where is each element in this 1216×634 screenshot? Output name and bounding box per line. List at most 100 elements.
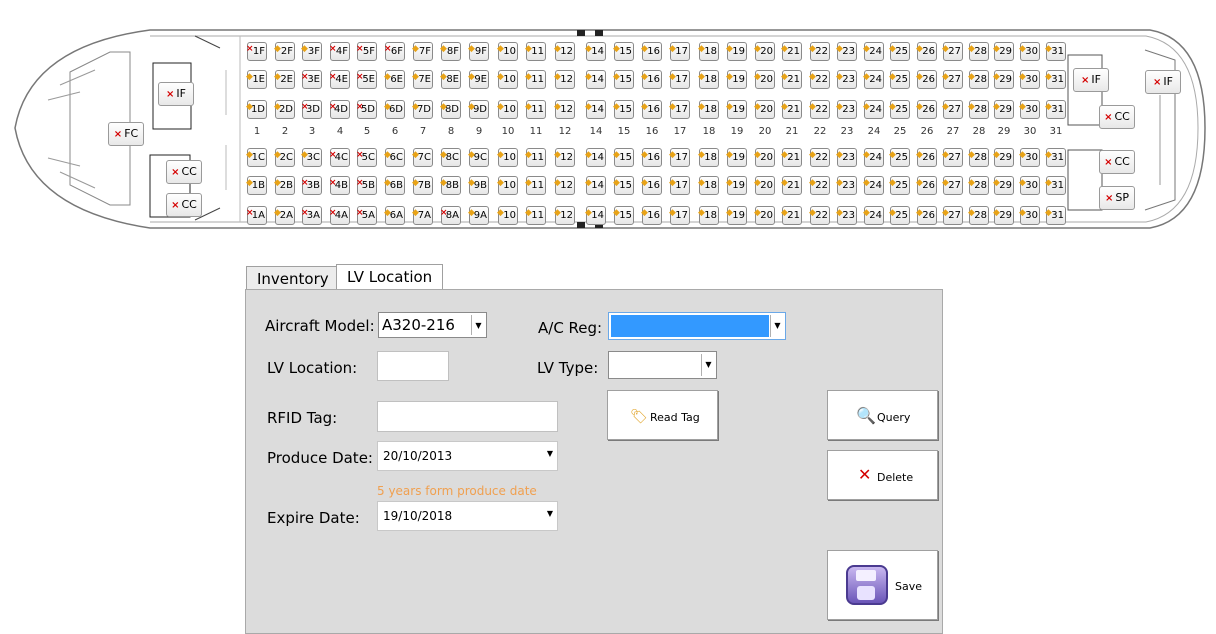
seat-9F[interactable]: ◆ 9F	[468, 42, 489, 61]
seat-31C[interactable]: ◆ 31	[1045, 148, 1066, 167]
seat-2C[interactable]: ◆ 2C	[274, 148, 295, 167]
seat-23C[interactable]: ◆ 23	[836, 148, 857, 167]
seat-16A[interactable]: ◆ 16	[641, 206, 662, 225]
seat-25D[interactable]: ◆ 25	[889, 100, 910, 119]
seat-1D[interactable]: ◆ 1D	[246, 100, 267, 119]
seat-30B[interactable]: ◆ 30	[1019, 176, 1040, 195]
seat-30E[interactable]: ◆ 30	[1019, 70, 1040, 89]
seat-14B[interactable]: ◆ 14	[585, 176, 606, 195]
seat-20A[interactable]: ◆ 20	[754, 206, 775, 225]
seat-14E[interactable]: ◆ 14	[585, 70, 606, 89]
seat-29B[interactable]: ◆ 29	[993, 176, 1014, 195]
seat-19D[interactable]: ◆ 19	[726, 100, 747, 119]
seat-22C[interactable]: ◆ 22	[809, 148, 830, 167]
seat-6E[interactable]: ◆ 6E	[384, 70, 405, 89]
seat-25C[interactable]: ◆ 25	[889, 148, 910, 167]
seat-27E[interactable]: ◆ 27	[942, 70, 963, 89]
seat-10E[interactable]: ◆ 10	[497, 70, 518, 89]
seat-11A[interactable]: ◆ 11	[525, 206, 546, 225]
query-button[interactable]: 🔍 Query	[827, 390, 938, 440]
seat-2F[interactable]: ◆ 2F	[274, 42, 295, 61]
seat-9D[interactable]: ◆ 9D	[468, 100, 489, 119]
seat-14D[interactable]: ◆ 14	[585, 100, 606, 119]
seat-28D[interactable]: ◆ 28	[968, 100, 989, 119]
seat-2E[interactable]: ◆ 2E	[274, 70, 295, 89]
seat-4C[interactable]: × 4C	[329, 148, 350, 167]
seat-7E[interactable]: ◆ 7E	[412, 70, 433, 89]
seat-12D[interactable]: ◆ 12	[554, 100, 575, 119]
seat-18D[interactable]: ◆ 18	[698, 100, 719, 119]
seat-1F[interactable]: × 1F	[246, 42, 267, 61]
seat-8C[interactable]: ◆ 8C	[440, 148, 461, 167]
seat-9A[interactable]: ◆ 9A	[468, 206, 489, 225]
seat-27F[interactable]: ◆ 27	[942, 42, 963, 61]
seat-4B[interactable]: × 4B	[329, 176, 350, 195]
seat-30D[interactable]: ◆ 30	[1019, 100, 1040, 119]
seat-31F[interactable]: ◆ 31	[1045, 42, 1066, 61]
seat-29E[interactable]: ◆ 29	[993, 70, 1014, 89]
seat-3A[interactable]: × 3A	[301, 206, 322, 225]
seat-6F[interactable]: × 6F	[384, 42, 405, 61]
expire-date-picker[interactable]: 19/10/2018 ▼	[377, 501, 558, 531]
seat-26C[interactable]: ◆ 26	[916, 148, 937, 167]
seat-11B[interactable]: ◆ 11	[525, 176, 546, 195]
seat-23E[interactable]: ◆ 23	[836, 70, 857, 89]
lv-type-select[interactable]: ▼	[608, 351, 717, 379]
seat-17B[interactable]: ◆ 17	[669, 176, 690, 195]
seat-26D[interactable]: ◆ 26	[916, 100, 937, 119]
seat-24B[interactable]: ◆ 24	[863, 176, 884, 195]
seat-31E[interactable]: ◆ 31	[1045, 70, 1066, 89]
seat-15D[interactable]: ◆ 15	[613, 100, 634, 119]
station-if-front[interactable]: × IF	[158, 82, 194, 106]
seat-12F[interactable]: ◆ 12	[554, 42, 575, 61]
seat-12E[interactable]: ◆ 12	[554, 70, 575, 89]
seat-10F[interactable]: ◆ 10	[497, 42, 518, 61]
seat-15A[interactable]: ◆ 15	[613, 206, 634, 225]
seat-30C[interactable]: ◆ 30	[1019, 148, 1040, 167]
seat-3E[interactable]: × 3E	[301, 70, 322, 89]
seat-3F[interactable]: ◆ 3F	[301, 42, 322, 61]
seat-10A[interactable]: ◆ 10	[497, 206, 518, 225]
seat-4E[interactable]: × 4E	[329, 70, 350, 89]
seat-5A[interactable]: × 5A	[356, 206, 377, 225]
seat-12C[interactable]: ◆ 12	[554, 148, 575, 167]
seat-20E[interactable]: ◆ 20	[754, 70, 775, 89]
seat-26B[interactable]: ◆ 26	[916, 176, 937, 195]
seat-19F[interactable]: ◆ 19	[726, 42, 747, 61]
seat-29C[interactable]: ◆ 29	[993, 148, 1014, 167]
seat-28C[interactable]: ◆ 28	[968, 148, 989, 167]
seat-11D[interactable]: ◆ 11	[525, 100, 546, 119]
seat-8A[interactable]: × 8A	[440, 206, 461, 225]
seat-29F[interactable]: ◆ 29	[993, 42, 1014, 61]
seat-24A[interactable]: ◆ 24	[863, 206, 884, 225]
seat-22E[interactable]: ◆ 22	[809, 70, 830, 89]
save-button[interactable]: Save	[827, 550, 938, 620]
seat-18C[interactable]: ◆ 18	[698, 148, 719, 167]
seat-22B[interactable]: ◆ 22	[809, 176, 830, 195]
seat-5D[interactable]: × 5D	[356, 100, 377, 119]
ac-reg-select[interactable]: ▼	[608, 312, 786, 340]
seat-18F[interactable]: ◆ 18	[698, 42, 719, 61]
seat-4F[interactable]: × 4F	[329, 42, 350, 61]
seat-25E[interactable]: ◆ 25	[889, 70, 910, 89]
seat-8D[interactable]: ◆ 8D	[440, 100, 461, 119]
seat-5C[interactable]: × 5C	[356, 148, 377, 167]
seat-24D[interactable]: ◆ 24	[863, 100, 884, 119]
seat-11C[interactable]: ◆ 11	[525, 148, 546, 167]
seat-1E[interactable]: ◆ 1E	[246, 70, 267, 89]
seat-7D[interactable]: ◆ 7D	[412, 100, 433, 119]
seat-2B[interactable]: ◆ 2B	[274, 176, 295, 195]
seat-23F[interactable]: ◆ 23	[836, 42, 857, 61]
seat-31B[interactable]: ◆ 31	[1045, 176, 1066, 195]
seat-30F[interactable]: ◆ 30	[1019, 42, 1040, 61]
seat-10C[interactable]: ◆ 10	[497, 148, 518, 167]
seat-3C[interactable]: ◆ 3C	[301, 148, 322, 167]
seat-26F[interactable]: ◆ 26	[916, 42, 937, 61]
station-if-rear-inner[interactable]: × IF	[1073, 68, 1109, 92]
seat-8E[interactable]: ◆ 8E	[440, 70, 461, 89]
seat-31D[interactable]: ◆ 31	[1045, 100, 1066, 119]
seat-2A[interactable]: ◆ 2A	[274, 206, 295, 225]
delete-button[interactable]: ✕ Delete	[827, 450, 938, 500]
seat-4D[interactable]: × 4D	[329, 100, 350, 119]
seat-14F[interactable]: ◆ 14	[585, 42, 606, 61]
